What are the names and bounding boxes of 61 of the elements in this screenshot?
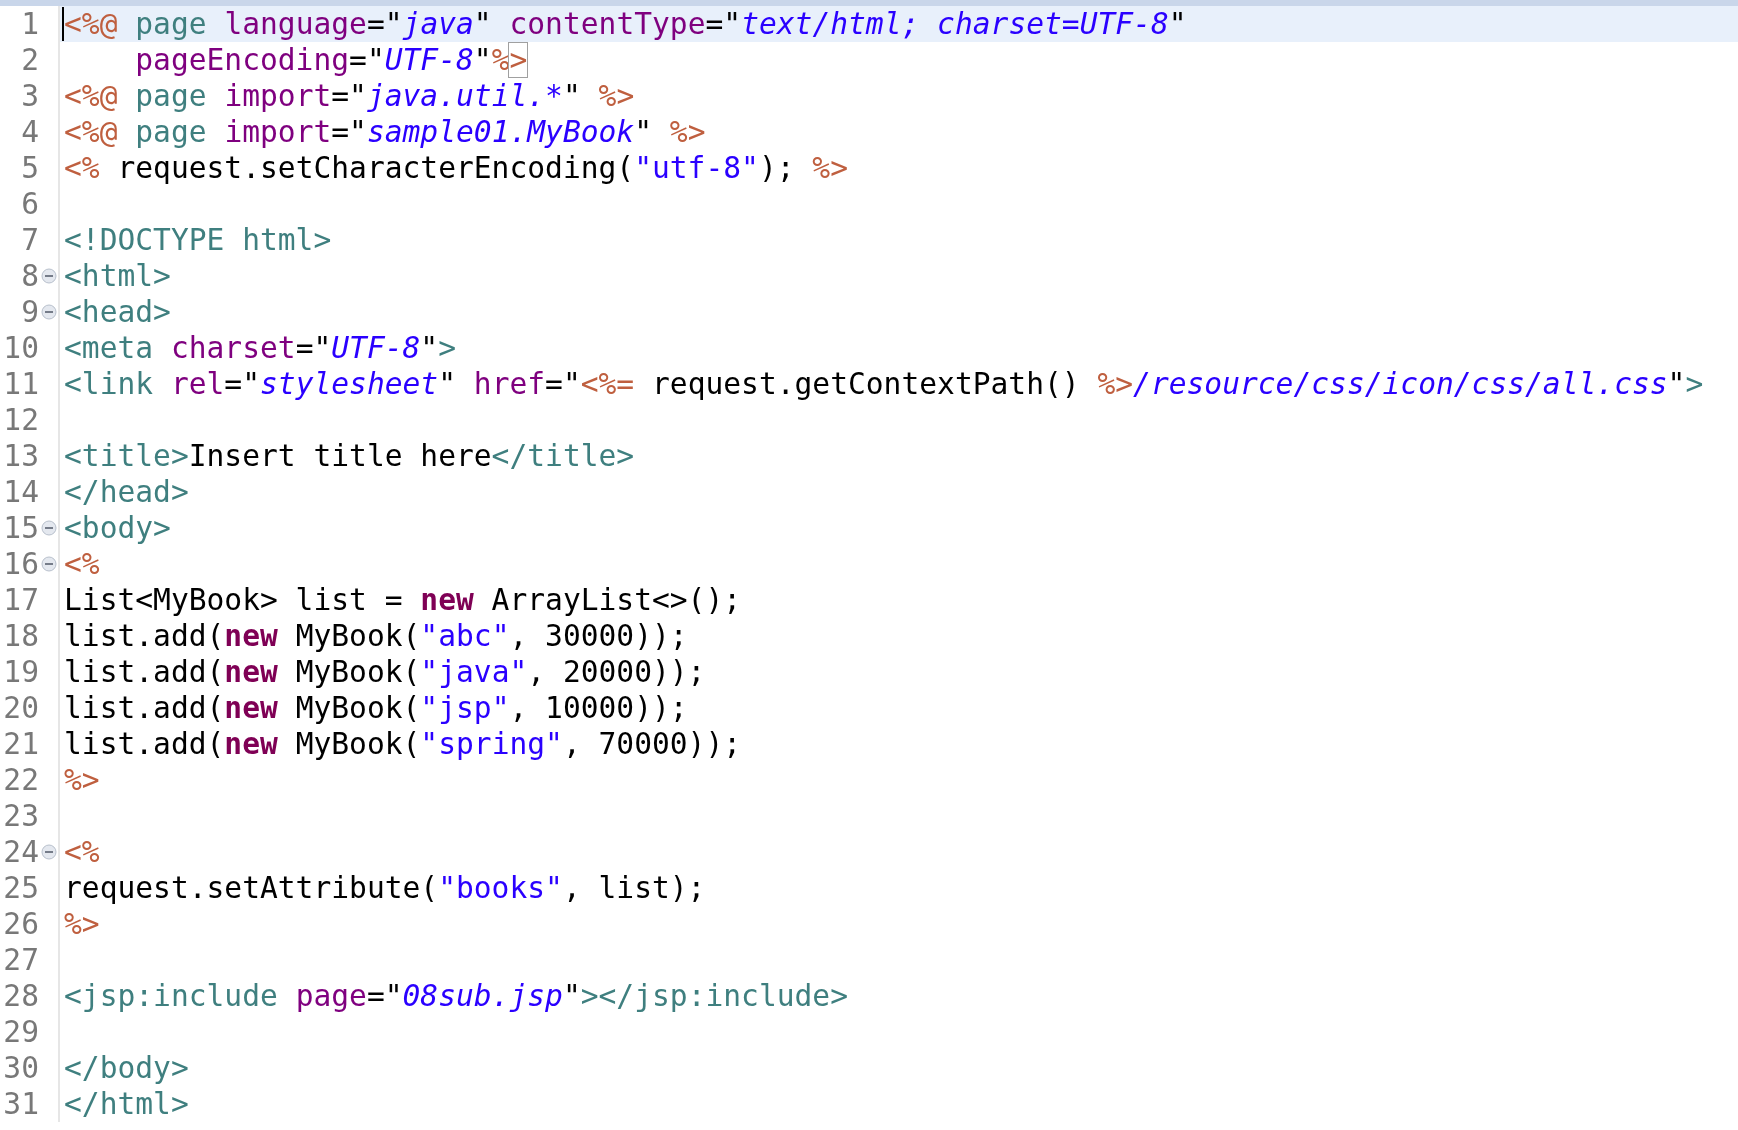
code-line: list.add(new MyBook("java", 20000));: [64, 655, 706, 689]
collapse-icon[interactable]: [41, 844, 57, 860]
code-line: <meta charset="UTF-8">: [64, 331, 456, 365]
line-number: 28: [2, 978, 40, 1014]
code-line: <!DOCTYPE html>: [64, 223, 332, 257]
line-number: 4: [20, 114, 40, 150]
line-number: 14: [2, 474, 40, 510]
code-line: <body>: [64, 511, 171, 545]
line-number: 5: [20, 150, 40, 186]
code-line: <%: [64, 835, 100, 869]
line-number: 16: [2, 546, 40, 582]
line-number: 22: [2, 762, 40, 798]
code-line: <link rel="stylesheet" href="<%= request.getContextPath() %>/resource/css/icon/css/all.css">: [64, 367, 1704, 401]
line-number: 24: [2, 834, 40, 870]
line-number: 23: [2, 798, 40, 834]
code-line: </html>: [64, 1087, 189, 1121]
code-line: %>: [64, 907, 100, 941]
code-line: List<MyBook> list = new ArrayList<>();: [64, 583, 742, 617]
code-line: <jsp:include page="08sub.jsp"></jsp:include>: [64, 979, 848, 1013]
code-line: <html>: [64, 259, 171, 293]
line-number: 26: [2, 906, 40, 942]
line-number: 3: [20, 78, 40, 114]
collapse-icon[interactable]: [41, 520, 57, 536]
line-number: 1: [20, 6, 40, 42]
line-number: 25: [2, 870, 40, 906]
line-number: 6: [20, 186, 40, 222]
code-line: <% request.setCharacterEncoding("utf-8"); %>: [64, 151, 848, 185]
code-line: <%@ page import="java.util.*" %>: [64, 79, 635, 113]
line-number: 30: [2, 1050, 40, 1086]
line-number: 11: [2, 366, 40, 402]
line-number: 18: [2, 618, 40, 654]
line-number: 17: [2, 582, 40, 618]
line-number: 27: [2, 942, 40, 978]
line-number: 8: [20, 258, 40, 294]
code-line: list.add(new MyBook("jsp", 10000));: [64, 691, 688, 725]
code-line: <head>: [64, 295, 171, 329]
line-number: 19: [2, 654, 40, 690]
collapse-icon[interactable]: [41, 268, 57, 284]
line-number: 7: [20, 222, 40, 258]
line-number: 29: [2, 1014, 40, 1050]
code-line: </body>: [64, 1051, 189, 1085]
code-line: %>: [64, 763, 100, 797]
line-number: 20: [2, 690, 40, 726]
line-number: 15: [2, 510, 40, 546]
line-number: 13: [2, 438, 40, 474]
code-line: <%@ page language="java" contentType="text/html; charset=UTF-8": [62, 7, 1187, 41]
code-line: list.add(new MyBook("spring", 70000));: [64, 727, 742, 761]
line-number: 12: [2, 402, 40, 438]
code-line: </head>: [64, 475, 189, 509]
collapse-icon[interactable]: [41, 304, 57, 320]
line-number: 31: [2, 1086, 40, 1122]
line-number: 2: [20, 42, 40, 78]
code-line: list.add(new MyBook("abc", 30000));: [64, 619, 688, 653]
collapse-icon[interactable]: [41, 556, 57, 572]
line-number: 21: [2, 726, 40, 762]
line-number: 9: [20, 294, 40, 330]
code-line: <%: [64, 547, 100, 581]
code-line: <%@ page import="sample01.MyBook" %>: [64, 115, 706, 149]
line-number: 10: [2, 330, 40, 366]
code-line: <title>Insert title here</title>: [64, 439, 635, 473]
code-line: request.setAttribute("books", list);: [64, 871, 706, 905]
